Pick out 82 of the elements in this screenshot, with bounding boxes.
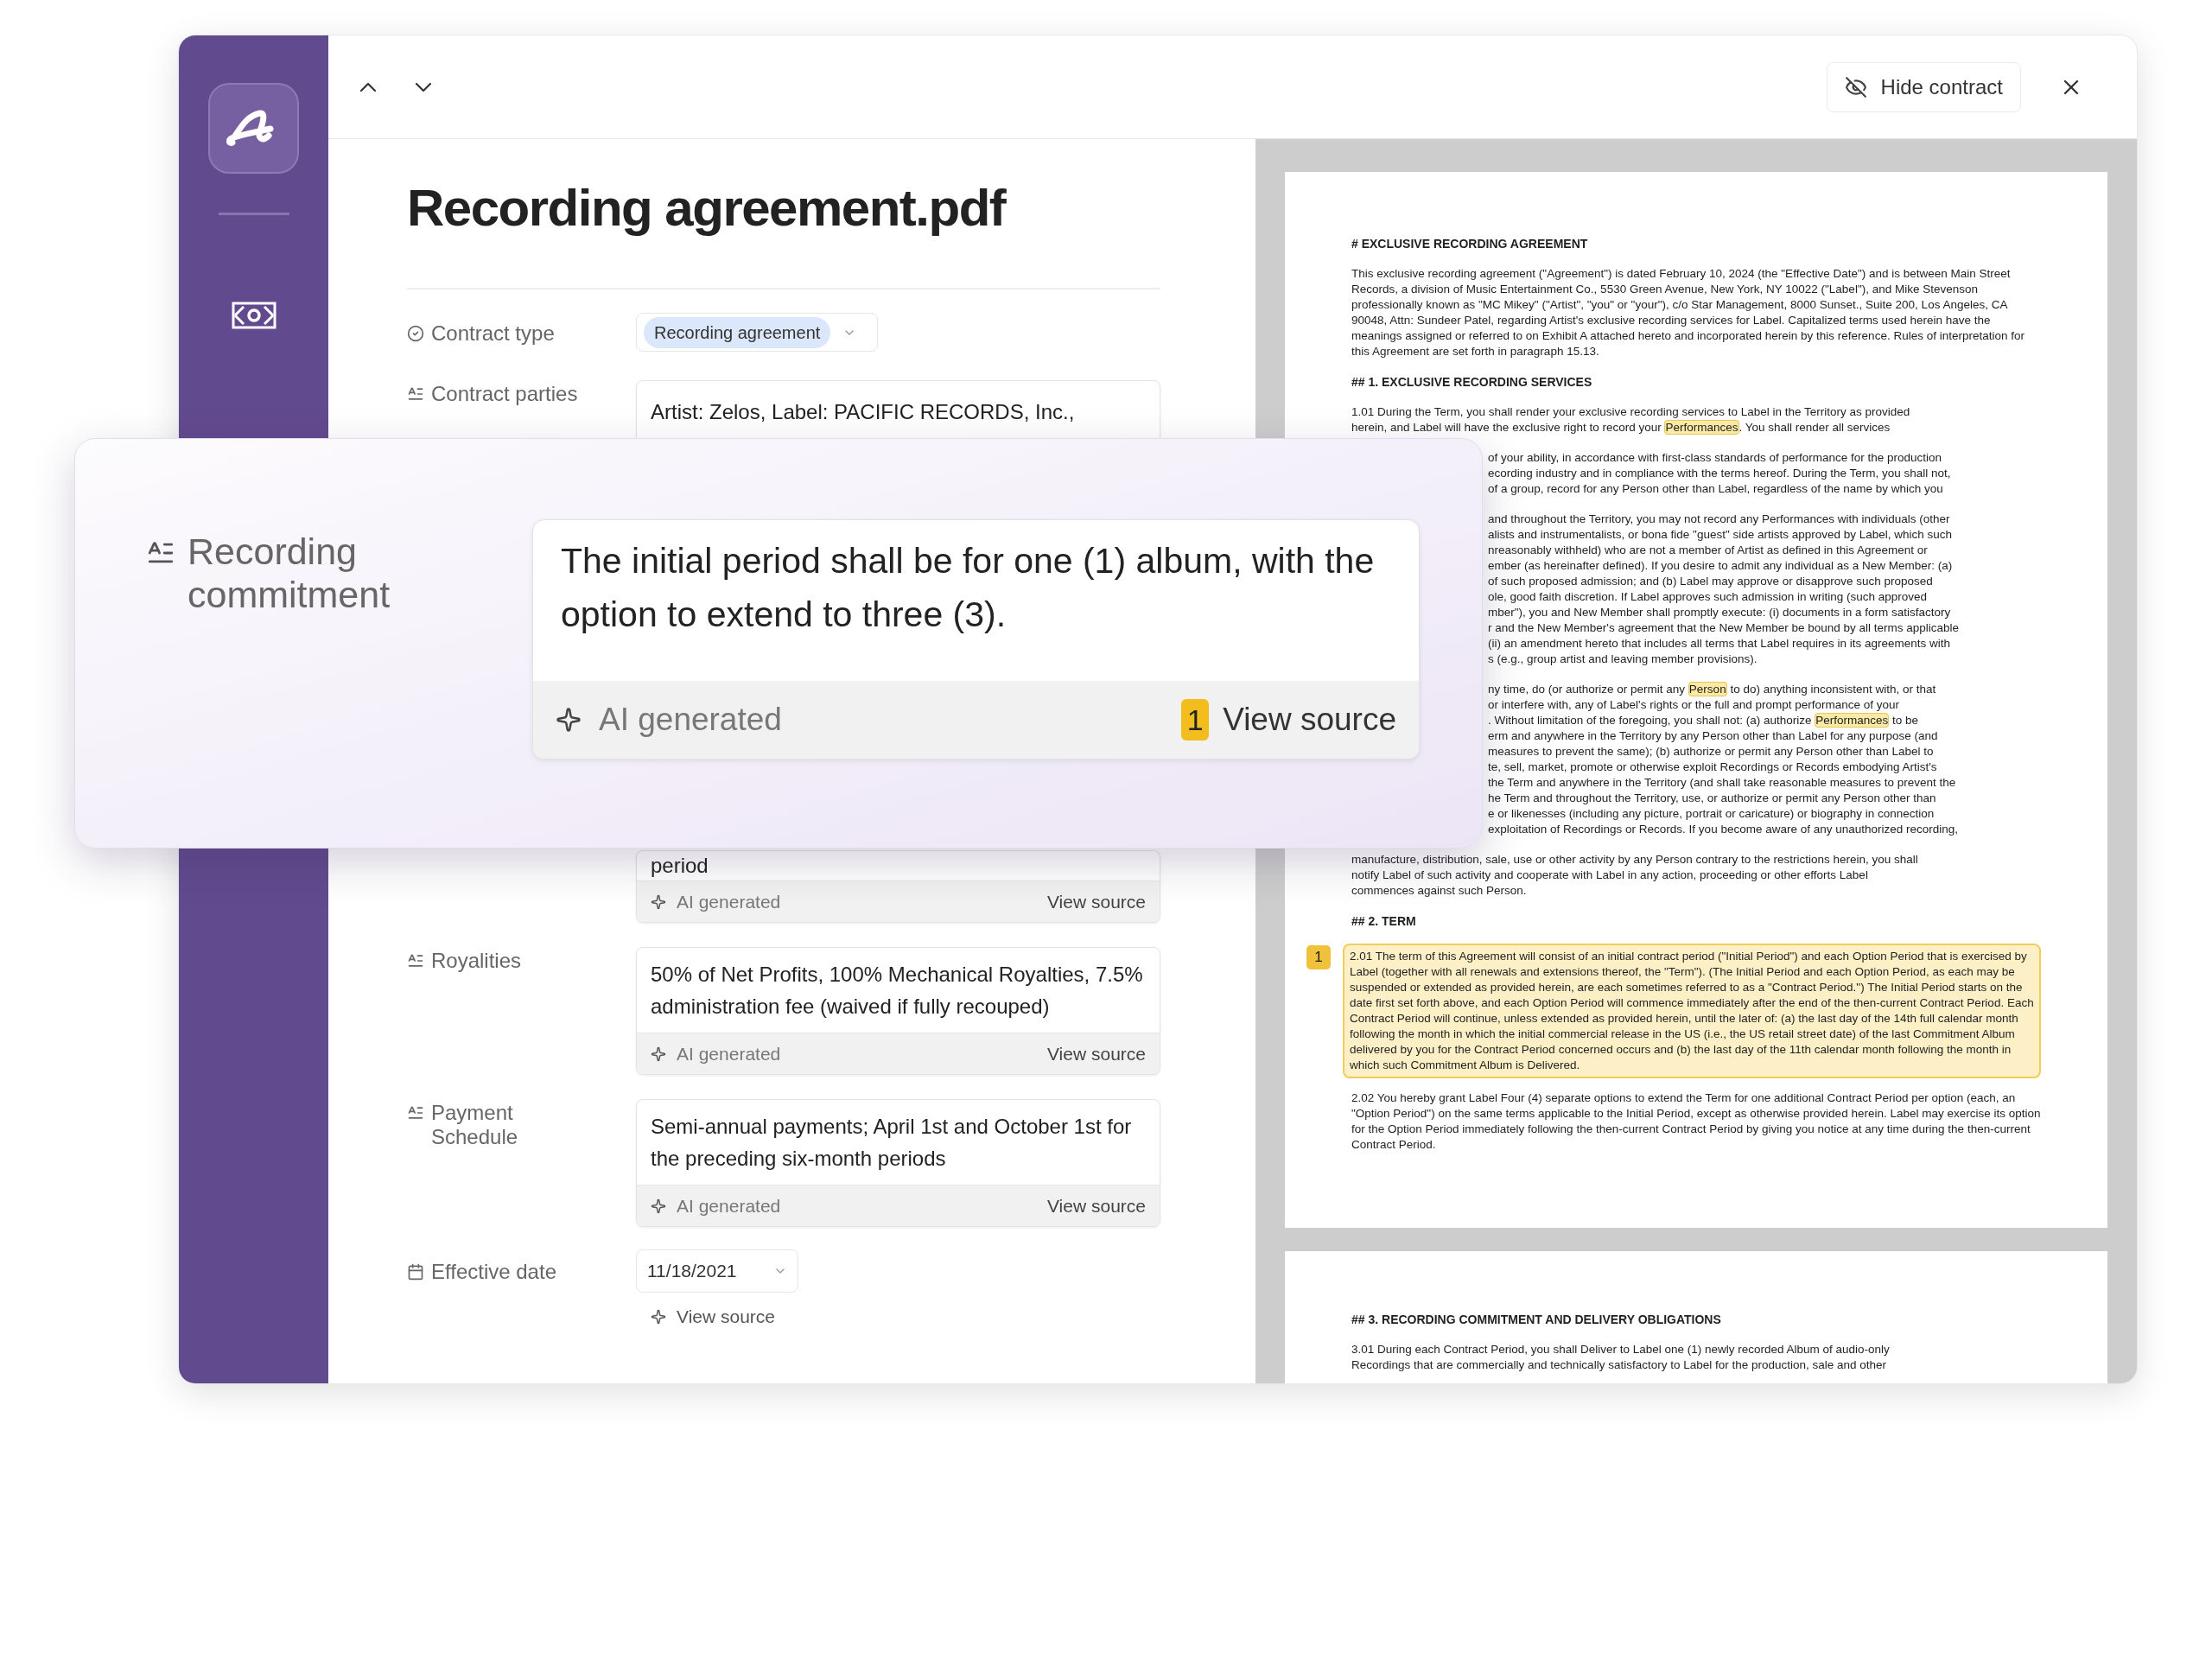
sparkle-icon — [651, 1046, 666, 1062]
ai-generated-label: AI generated — [677, 1042, 781, 1065]
document-paragraph: This exclusive recording agreement ("Agreement") is dated February 10, 2024 (the "Effective Date") and is between Main Street Records, a division of Music Entertainment Co., 5530 Green Avenue, New York, NY 10022 ("Label"), and Mike Stevenson professionally known as "MC Mikey" ("Artist", "you" or "your"), c/o Star Management, 8000 Sunset., Suite 200, Los Angeles, CA 90048, Attn: Sundeer Patel, regarding Artist's exclusive recording services for Label. Capitalized terms used herein have the meanings assigned or referred to on Exhibit A attached hereto and incorporated herein by this reference. Rules of interpretation for this Agreement are set forth in paragraph 15.13. — [1351, 266, 2025, 359]
sparkle-icon — [651, 1308, 666, 1325]
eye-frame-icon[interactable] — [231, 302, 276, 329]
document-line: ny time, do (or authorize or permit any Person to do) anything inconsistent with, or that — [1488, 682, 1937, 697]
field-value: Artist: Zelos, Label: PACIFIC RECORDS, Inc., — [651, 400, 1075, 423]
document-line: or interfere with, any of Label's rights or the full and prompt performance of your — [1488, 697, 1901, 713]
document-line: r and the New Member's agreement that the New Member be bound by all terms applicable — [1488, 620, 1961, 636]
date-select[interactable]: 11/18/2021 — [636, 1249, 798, 1293]
document-title: Recording agreement.pdf — [407, 178, 1007, 238]
contract-type-select[interactable]: Recording agreement — [636, 313, 879, 352]
app-logo[interactable] — [208, 83, 299, 174]
document-heading: ## 1. EXCLUSIVE RECORDING SERVICES — [1351, 374, 1593, 390]
document-line: 1.01 During the Term, you shall render your exclusive recording services to Label in the Territory as provided — [1351, 404, 1911, 420]
document-heading: ## 2. TERM — [1351, 913, 1417, 929]
highlighted-term: Person — [1688, 682, 1727, 696]
document-line: notify Label of such activity and cooperate with Label in any action, proceeding or other efforts Label — [1351, 868, 1869, 883]
document-line: and throughout the Territory, you may not record any Performances with individuals (other — [1488, 512, 1951, 527]
document-line: exploitation of Recordings or Records. If you become aware of any unauthorized recording, — [1488, 822, 1960, 837]
field-label: Contract type — [431, 321, 556, 346]
field-value: period — [651, 854, 709, 877]
document-paragraph: 2.02 You hereby grant Label Four (4) separate options to extend the Term for one additional Contract Period per option (each, an "Option Period") on the same terms applicable to the Initial Period, except as otherwise provided herein. Label may exercise its option for the Option Period immediately following the then-current Contract Period by giving you notice at any time during the then-current Contract Period. — [1351, 1090, 2041, 1153]
source-number-badge: 1 — [1181, 699, 1210, 741]
sparkle-icon — [556, 707, 582, 733]
field-label: Payment Schedule — [431, 1101, 519, 1149]
ai-generated-label: AI generated — [677, 1194, 781, 1217]
document-line: of such proposed admission; and (b) Label may approve or disapprove such proposed — [1488, 574, 1934, 589]
document-line: of a group, record for any Person other than Label, regardless of the name by which you — [1488, 481, 1944, 497]
field-label: Royalities — [431, 949, 523, 973]
ai-generated-label: AI generated — [677, 890, 781, 913]
popup-field-label: Recording commitment — [188, 530, 391, 616]
document-line: te, sell, market, promote or otherwise exploit Recordings or Records embodying Artist's — [1488, 760, 1938, 775]
view-source-link[interactable]: View source — [1047, 1192, 1146, 1220]
document-line: the Term and anywhere in the Territory (and shall take reasonable measures to prevent the — [1488, 775, 1957, 791]
sparkle-icon — [651, 1198, 666, 1214]
view-source-link[interactable]: View source — [1047, 1039, 1146, 1068]
text-lines-icon — [407, 952, 424, 969]
view-source-link[interactable]: View source — [677, 1303, 775, 1331]
document-line: manufacture, distribution, sale, use or other activity by any Person contrary to the restrictions herein, you shall — [1351, 852, 1919, 868]
document-line: alists and instrumentalists, or bona fide "guest" side artists approved by Label, which such — [1488, 527, 1954, 543]
view-source-link[interactable]: View source — [1223, 696, 1396, 744]
document-line: 3.01 During each Contract Period, you shall Deliver to Label one (1) newly recorded Album of audio-only — [1351, 1342, 1891, 1357]
hide-contract-button[interactable]: Hide contract — [1826, 61, 2021, 112]
document-line: erm and anywhere in the Territory by any Person other than Label for any purpose (and — [1488, 728, 1939, 744]
highlighted-term: Performances — [1815, 713, 1890, 728]
document-line: s (e.g., group artist and leaving member provisions). — [1488, 652, 1758, 667]
calendar-icon — [407, 1263, 424, 1281]
document-line: e or likenesses (including any picture, portrait or caricature) or biography in connection — [1488, 806, 1936, 822]
document-heading: # EXCLUSIVE RECORDING AGREEMENT — [1351, 236, 1589, 251]
text-lines-icon — [407, 1104, 424, 1122]
highlighted-paragraph: 2.01 The term of this Agreement will consist of an initial contract period ("Initial Period") and each Option Period that is exercised by Label (together with all renewals and extensions thereof, the "Term"). (The Initial Period and each Option Period, as each may be suspended or extended as provided herein, are each sometimes referred to as a "Contract Period.") The Initial Period starts on the date first set forth above, and each Option Period will commence immediately after the end of the then-current Contract Period. Each Contract Period will continue, unless extended as provided herein, until the later of: (a) the last day of the 14th full calendar month following the month in which the initial commercial release in the US (i.e., the US retail street date) of the last Commitment Album delivered by you for the Contract Period concerned occurs and (b) the last day of the 11th calendar month following the month in which such Commitment Album is Delivered. — [1343, 944, 2041, 1078]
document-line: mber"), you and New Member shall promptly execute: (i) documents in a form satisfactory — [1488, 605, 1952, 620]
document-line: Recordings that are commercially and technically satisfactory to Label for the production, sale and other — [1351, 1357, 1888, 1373]
document-line: herein, and Label will have the exclusive right to record your Performances. You shall render all services — [1351, 420, 1891, 435]
view-source-link[interactable]: View source — [1047, 887, 1146, 916]
document-line: commences against such Person. — [1351, 883, 1528, 899]
popup-value: The initial period shall be for one (1) album, with the option to extend to three (3). — [561, 541, 1375, 634]
chevron-up-icon — [359, 81, 377, 92]
eye-off-icon — [1844, 75, 1867, 99]
document-line: of your ability, in accordance with first-class standards of performance for the production — [1488, 450, 1942, 466]
field-value: 50% of Net Profits, 100% Mechanical Royalties, 7.5% administration fee (waived if fully recouped) — [651, 963, 1143, 1018]
highlighted-term: Performances — [1664, 420, 1739, 435]
sparkle-icon — [651, 893, 666, 910]
document-line: ecording industry and in compliance with the terms hereof. During the Term, you shall not, — [1488, 466, 1952, 481]
document-line: he Term and throughout the Territory, use, or authorize or permit any Person other than — [1488, 791, 1937, 806]
field-value: Semi-annual payments; April 1st and October 1st for the preceding six-month periods — [651, 1115, 1132, 1170]
chevron-down-icon — [415, 81, 432, 92]
document-line: . Without limitation of the foregoing, you shall not: (a) authorize Performances to be — [1488, 713, 1920, 728]
check-circle-icon — [407, 324, 424, 342]
document-heading: ## 3. RECORDING COMMITMENT AND DELIVERY OBLIGATIONS — [1351, 1312, 1722, 1327]
document-line: measures to prevent the same); (b) authorize or permit any Person other than Label to — [1488, 744, 1935, 760]
document-line: ole, good faith discretion. If Label approves such admission in writing (such approved — [1488, 589, 1929, 605]
ai-generated-label: AI generated — [599, 701, 782, 740]
text-lines-icon — [407, 385, 424, 403]
field-label: Effective date — [431, 1260, 557, 1284]
source-number-badge: 1 — [1306, 945, 1331, 969]
contract-type-tag: Recording agreement — [644, 316, 831, 348]
document-line: nreasonably withheld) who are not a member of Artist as defined in this Agreement or — [1488, 543, 1929, 558]
field-label: Contract parties — [431, 382, 579, 406]
document-line: (ii) an amendment hereto that includes all terms that Label requires in its agreements with — [1488, 636, 1952, 652]
document-line: ember (as hereinafter defined). If you desire to admit any individual as a New Member: (a) — [1488, 558, 1954, 574]
